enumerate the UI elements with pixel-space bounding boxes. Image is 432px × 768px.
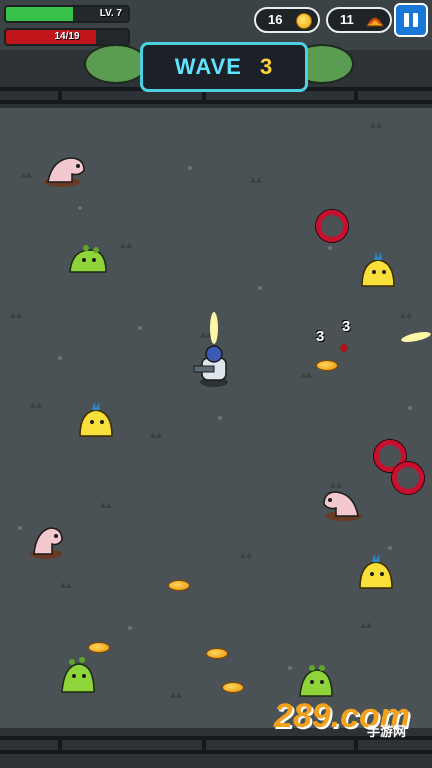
fence-post [58,736,62,754]
food-count: 11 [340,12,354,27]
xp-bar-fill [6,7,74,21]
yellow-blob-enemy [79,402,113,437]
spawn-ring [316,210,348,242]
taco-icon [366,17,384,27]
coin-counter: 16 [254,7,320,33]
watermark-subtitle: 手游网 [366,724,406,739]
fence-post [58,87,62,104]
damage-number: 3 [342,318,351,335]
bottom-fence-rail-lower [0,750,432,754]
yellow-blob-enemy [361,252,395,287]
coin-drop[interactable] [168,580,190,591]
yellow-blob-enemy [359,554,393,589]
pink-worm-enemy [30,527,63,559]
bullet-projectile [210,312,218,344]
wave-number: 3 [259,54,274,79]
pink-worm-enemy [44,157,85,187]
xp-bar: LV. 7 [4,5,130,23]
boss-tentacle-left [84,44,148,84]
ground-tufts [10,122,412,698]
coin-drop[interactable] [316,360,338,371]
bullet-projectile [401,331,431,343]
pink-worm-enemy [323,491,362,521]
pause-icon [404,13,409,27]
hit-splat [340,344,348,352]
fence-post [354,87,358,104]
fence-post [202,736,206,754]
fence-post [354,736,358,754]
wave-label: WAVE [174,54,242,79]
green-slug-enemy [299,665,333,697]
pause-icon-bar [413,13,418,27]
health-text: 14/19 [54,31,80,42]
level-label: LV. 7 [99,8,122,19]
player-character[interactable] [192,340,236,388]
damage-number: 3 [316,328,325,345]
coin-count: 16 [268,12,283,27]
food-counter: 11 [326,7,392,33]
spawn-ring [392,462,424,494]
pause-button[interactable] [394,3,428,37]
gold-coin-icon [296,13,312,29]
coin-drop[interactable] [88,642,110,653]
green-slug-enemy [69,245,107,273]
top-fence-rail-lower [0,100,432,104]
green-slug-enemy [61,657,95,693]
wave-banner: WAVE 3 [140,42,308,92]
coin-drop[interactable] [206,648,228,659]
coin-drop[interactable] [222,682,244,693]
